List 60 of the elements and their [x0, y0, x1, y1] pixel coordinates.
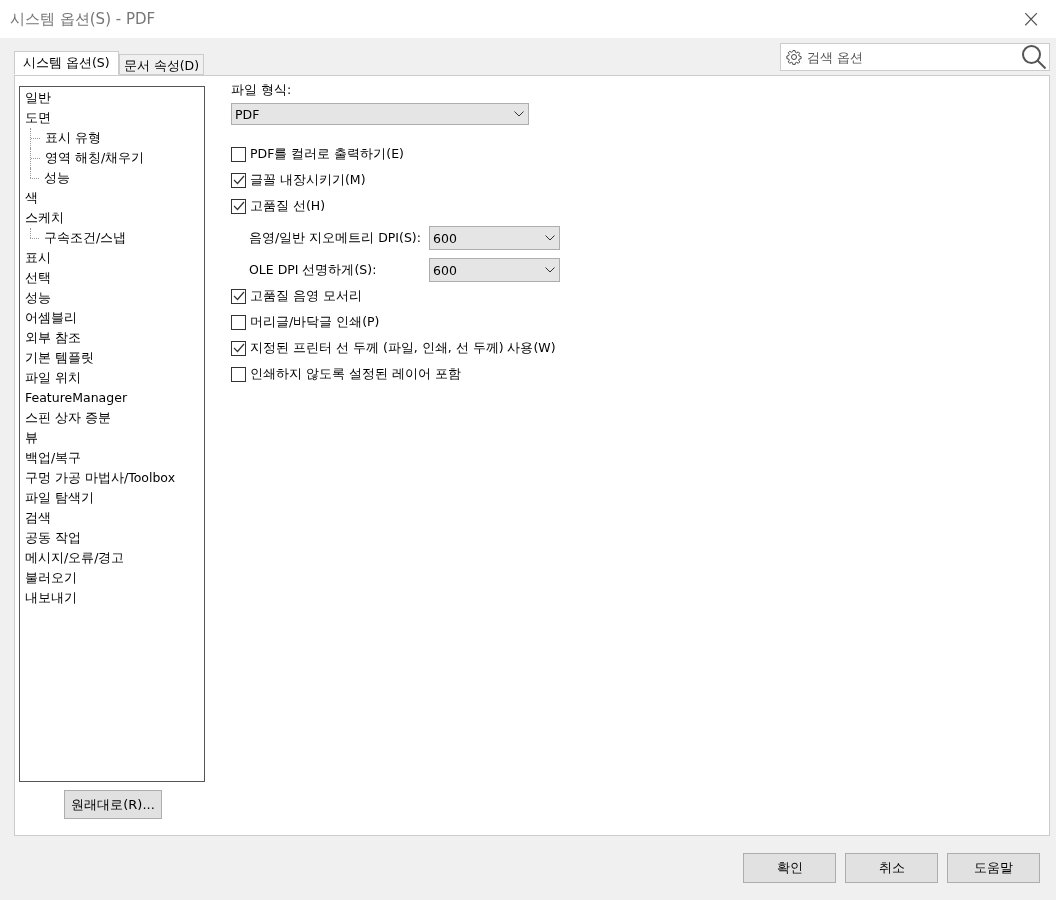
tree-item[interactable]: 어셈블리: [25, 308, 77, 328]
checkbox[interactable]: [231, 340, 246, 356]
file-format-dropdown[interactable]: PDF: [231, 103, 529, 125]
chevron-down-icon: [545, 267, 555, 273]
tree-item[interactable]: 기본 템플릿: [25, 348, 94, 368]
field-label: 파일 형식:: [231, 81, 293, 99]
tree-item[interactable]: 선택: [25, 268, 51, 288]
tree-item[interactable]: 스케치: [25, 208, 64, 228]
tree-item[interactable]: 파일 탐색기: [25, 488, 94, 508]
checkbox[interactable]: [231, 366, 246, 382]
checkbox-label: 인쇄하지 않도록 설정된 레이어 포함: [250, 365, 461, 383]
tree-item[interactable]: 스핀 상자 증분: [25, 408, 111, 428]
close-button[interactable]: ×: [1006, 0, 1056, 38]
dialog-button[interactable]: 확인: [743, 853, 836, 883]
checkbox-label: 고품질 선(H): [250, 197, 326, 215]
dpi-dropdown[interactable]: 600: [429, 258, 560, 282]
chevron-down-icon: [545, 235, 555, 241]
checkbox[interactable]: [231, 172, 246, 188]
dpi-dropdown[interactable]: 600: [429, 226, 560, 250]
field-label: 음영/일반 지오메트리 DPI(S):: [249, 229, 422, 247]
tree-item[interactable]: 성능: [44, 168, 70, 188]
tree-item[interactable]: 표시: [25, 248, 51, 268]
checkbox-label: 글꼴 내장시키기(M): [250, 171, 366, 189]
tree-item[interactable]: 파일 위치: [25, 368, 81, 388]
search-icon[interactable]: [1021, 44, 1047, 70]
search-field[interactable]: 검색 옵션: [780, 43, 1050, 71]
tree-item[interactable]: 뷰: [25, 428, 38, 448]
tree-item[interactable]: 영역 해칭/채우기: [45, 148, 145, 168]
tree-item[interactable]: 일반: [25, 88, 51, 108]
checkbox-label: 지정된 프린터 선 두께 (파일, 인쇄, 선 두께) 사용(W): [250, 339, 556, 357]
window-title: 시스템 옵션(S) - PDF: [10, 9, 156, 29]
checkbox-label: 머리글/바닥글 인쇄(P): [250, 313, 380, 331]
tab[interactable]: 문서 속성(D): [118, 54, 205, 75]
checkbox[interactable]: [231, 198, 246, 214]
tab[interactable]: 시스템 옵션(S): [14, 51, 119, 75]
tree-item[interactable]: FeatureManager: [25, 388, 128, 408]
dialog-button[interactable]: 취소: [845, 853, 938, 883]
checkbox[interactable]: [231, 314, 246, 330]
tree-item[interactable]: 불러오기: [25, 568, 77, 588]
checkbox-label: 고품질 음영 모서리: [250, 287, 362, 305]
chevron-down-icon: [514, 111, 524, 117]
field-label: OLE DPI 선명하게(S):: [249, 261, 378, 279]
tree-item[interactable]: 공동 작업: [25, 528, 81, 548]
tree-item[interactable]: 색: [25, 188, 38, 208]
tree-item[interactable]: 검색: [25, 508, 51, 528]
tree-item[interactable]: 구속조건/스냅: [44, 228, 127, 248]
tree-item[interactable]: 백업/복구: [25, 448, 82, 468]
reset-button[interactable]: 원래대로(R)...: [64, 790, 162, 819]
tree-item[interactable]: 메시지/오류/경고: [25, 548, 125, 568]
tree-item[interactable]: 표시 유형: [45, 128, 101, 148]
tree-item[interactable]: 성능: [25, 288, 51, 308]
tree-item[interactable]: 구멍 가공 마법사/Toolbox: [25, 468, 176, 488]
tree-item[interactable]: 도면: [25, 108, 51, 128]
tree-item[interactable]: 외부 참조: [25, 328, 81, 348]
checkbox[interactable]: [231, 288, 246, 304]
tree-item[interactable]: 내보내기: [25, 588, 77, 608]
checkbox-label: PDF를 컬러로 출력하기(E): [250, 145, 404, 163]
checkbox[interactable]: [231, 146, 246, 162]
dialog-button[interactable]: 도움말: [947, 853, 1040, 883]
gear-icon: [786, 49, 802, 65]
